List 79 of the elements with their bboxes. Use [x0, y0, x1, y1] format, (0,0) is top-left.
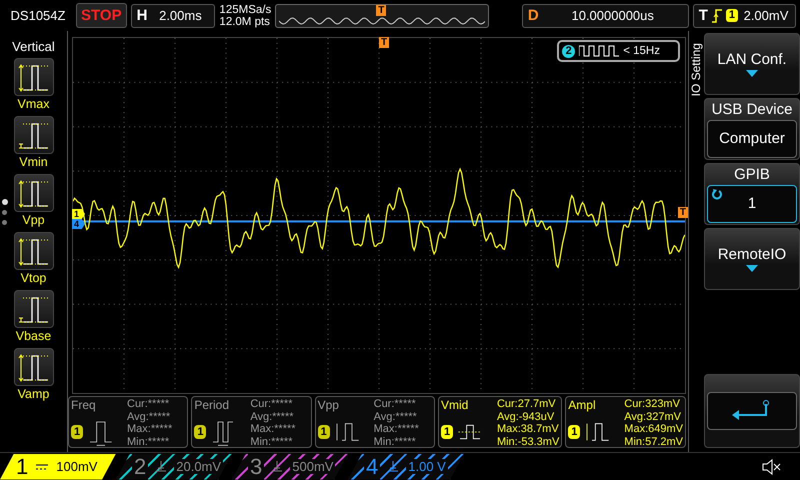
channel-tab[interactable]: 2 20.0mV — [116, 454, 232, 480]
measurement-panel: Vmid Cur:27.7mV Avg:-943uV Max:38.7mV Min:-53.3mV 1 — [438, 396, 562, 448]
caret-icon — [746, 70, 758, 77]
measurement-value: Cur:***** — [127, 398, 170, 410]
measurement-value: Cur:323mV — [624, 398, 681, 410]
measurement-value: Avg:***** — [127, 410, 172, 423]
trigger-position-marker: T — [376, 4, 386, 16]
sample-rate: 125MSa/s — [219, 4, 272, 16]
square-wave-icon — [579, 45, 620, 57]
measurement-value: Cur:***** — [250, 398, 294, 410]
measure-label: Vmax — [18, 97, 50, 111]
measure-button[interactable] — [14, 290, 54, 328]
rotate-icon — [712, 188, 723, 200]
channel-badge: 1 — [568, 424, 580, 438]
measure-label: Vbase — [16, 329, 52, 343]
ground-icon — [388, 461, 398, 472]
channel-tab[interactable]: 3 500mV — [232, 454, 348, 480]
memory-depth: 12.0M pts — [219, 16, 271, 28]
menu-button[interactable]: GPIB 1 — [704, 163, 800, 225]
channel-tab[interactable]: 4 1.00 V — [348, 454, 464, 480]
measure-button[interactable] — [14, 348, 54, 386]
menu-button[interactable]: LAN Conf. — [704, 33, 800, 95]
measurement-value: Min:***** — [374, 436, 417, 448]
ground-icon — [272, 461, 282, 472]
dc-coupling-icon — [36, 462, 48, 470]
measurement-value: Avg:327mV — [624, 410, 682, 423]
ground-icon — [156, 461, 166, 472]
frequency-counter: 2 < 15Hz — [557, 40, 680, 62]
menu-button[interactable]: USB Device Computer — [704, 98, 800, 160]
measurement-value: Min:***** — [127, 436, 170, 448]
measurement-value: Avg:***** — [374, 410, 418, 423]
measurement-panel: Vpp Cur:***** Avg:***** Max:***** Min:***** 1 — [314, 396, 435, 448]
channel-marker[interactable]: 4 — [72, 219, 86, 229]
channel-badge: 1 — [71, 424, 84, 438]
measure-button[interactable] — [14, 58, 54, 96]
trigger-level-marker[interactable]: T — [678, 207, 688, 218]
menu-button[interactable]: RemoteIO — [704, 228, 800, 290]
measurement-panel: Period Cur:***** Avg:***** Max:***** Min:***** 1 — [191, 396, 312, 448]
measurement-value: Min:57.2mV — [624, 436, 683, 448]
page-dot[interactable] — [2, 220, 7, 225]
measurement-value: Cur:***** — [374, 398, 417, 410]
timebase-display[interactable]: H 2.00ms — [130, 4, 216, 28]
menu-title: IO Setting — [689, 43, 704, 96]
channel-badge: 1 — [440, 424, 454, 438]
measurement-value: Avg:***** — [250, 410, 295, 423]
measure-label: Vtop — [20, 271, 46, 285]
measurement-value: Max:***** — [127, 423, 174, 436]
speaker-muted-icon[interactable] — [762, 458, 782, 474]
channel-tab[interactable]: 1 100mV — [0, 454, 116, 480]
measure-label: Vamp — [18, 387, 50, 401]
channel-marker[interactable]: 1 — [72, 209, 86, 219]
menu-title: Vertical — [12, 39, 55, 54]
measure-label: Vmin — [19, 155, 48, 169]
measure-label: Vpp — [22, 213, 45, 227]
trigger-position-marker[interactable]: T — [379, 37, 390, 48]
model-name: DS1054Z — [10, 8, 66, 23]
measurement-value: Cur:27.7mV — [496, 398, 557, 410]
measure-button[interactable] — [14, 174, 54, 212]
delay-display[interactable]: D 10.0000000us — [522, 4, 689, 28]
measurement-value: Max:***** — [250, 423, 297, 436]
page-dot[interactable] — [2, 210, 7, 215]
channel-badge: 1 — [194, 424, 206, 438]
measurement-panel: Ampl Cur:323mV Avg:327mV Max:649mV Min:57.2mV 1 — [565, 396, 686, 448]
channel-badge: 1 — [318, 424, 330, 438]
trigger-display[interactable]: T 1 2.00mV — [692, 4, 796, 28]
run-status[interactable]: STOP — [76, 3, 127, 28]
measurement-value: Max:***** — [374, 423, 420, 436]
measurement-value: Max:38.7mV — [496, 423, 560, 436]
rising-edge-icon — [712, 8, 722, 22]
caret-icon — [746, 265, 758, 272]
measure-button[interactable] — [14, 116, 54, 154]
measurement-value: Max:649mV — [624, 423, 683, 436]
measure-button[interactable] — [14, 232, 54, 270]
page-dot[interactable] — [2, 199, 8, 205]
measurement-value: Min:-53.3mV — [496, 436, 560, 448]
measurement-panel: Freq Cur:***** Avg:***** Max:***** Min:***** 1 — [68, 396, 188, 448]
measurement-value: Avg:-943uV — [496, 410, 556, 423]
back-button[interactable] — [704, 374, 800, 448]
measurement-value: Min:***** — [250, 436, 294, 448]
